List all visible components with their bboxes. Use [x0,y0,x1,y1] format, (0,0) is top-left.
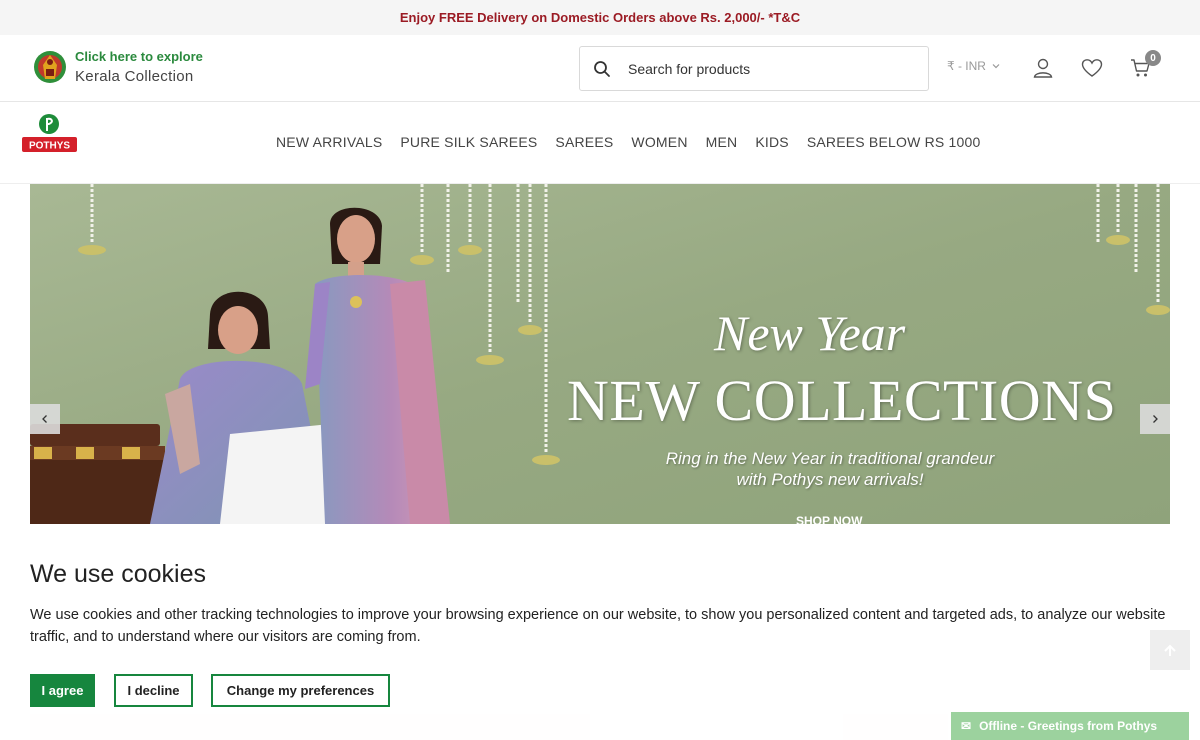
pothys-logo[interactable]: POTHYS [21,112,78,154]
nav-item-kids[interactable]: KIDS [755,134,788,150]
nav-item-women[interactable]: WOMEN [631,134,687,150]
promo-bar: Enjoy FREE Delivery on Domestic Orders a… [0,0,1200,35]
kerala-collection-link[interactable]: Click here to explore Kerala Collection [33,47,203,87]
main-navigation: POTHYS NEW ARRIVALS PURE SILK SAREES SAR… [0,102,1200,184]
kerala-emblem-icon [34,51,66,83]
hero-subtitle-line1: Ring in the New Year in traditional gran… [665,449,995,468]
hero-title-line1: New Year [714,305,906,361]
hero-title-line2: NEW COLLECTIONS [567,368,1117,433]
header: Click here to explore Kerala Collection … [0,35,1200,102]
cookie-agree-button[interactable]: I agree [30,674,95,707]
nav-menu: NEW ARRIVALS PURE SILK SAREES SAREES WOM… [276,134,980,150]
cookie-description: We use cookies and other tracking techno… [30,607,1166,645]
chat-bubble-icon: ✉ [961,719,972,733]
hero-banner[interactable]: New Year NEW COLLECTIONS Ring in the New… [30,184,1170,524]
chat-status-text: Offline - Greetings from Pothys [979,719,1158,733]
arrow-up-icon [1164,644,1176,656]
hero-subtitle: Ring in the New Year in traditional gran… [560,448,1100,490]
cookie-decline-button[interactable]: I decline [114,674,193,707]
hero-subtitle-line2: with Pothys new arrivals! [736,470,924,489]
scroll-to-top-button[interactable] [1150,630,1190,670]
chevron-left-icon [42,415,47,423]
chat-widget-bar[interactable]: ✉ Offline - Greetings from Pothys [951,712,1189,740]
promo-text[interactable]: Enjoy FREE Delivery on Domestic Orders a… [400,10,800,25]
cookie-consent-banner: We use cookies We use cookies and other … [0,524,1200,740]
kerala-link-line2: Kerala Collection [75,68,194,85]
nav-item-new-arrivals[interactable]: NEW ARRIVALS [276,134,382,150]
nav-item-sarees-below-1000[interactable]: SAREES BELOW RS 1000 [807,134,981,150]
nav-item-sarees[interactable]: SAREES [555,134,613,150]
shop-now-link[interactable]: SHOP NOW [796,514,862,524]
search-box [579,46,929,91]
nav-item-men[interactable]: MEN [706,134,738,150]
user-icon[interactable] [1031,56,1055,80]
search-input[interactable] [626,59,906,78]
carousel-prev-button[interactable] [30,404,60,434]
search-icon[interactable] [593,60,611,78]
currency-label: ₹ - INR [947,59,986,73]
cart-count-badge: 0 [1145,50,1161,66]
chevron-right-icon [1153,415,1158,423]
kerala-link-line1: Click here to explore [75,49,203,64]
cookie-preferences-button[interactable]: Change my preferences [211,674,390,707]
nav-item-pure-silk-sarees[interactable]: PURE SILK SAREES [400,134,537,150]
chevron-down-icon [992,64,1000,69]
cookie-title: We use cookies [30,560,207,588]
heart-icon[interactable] [1080,56,1104,80]
pothys-logo-text: POTHYS [29,141,70,152]
carousel-next-button[interactable] [1140,404,1170,434]
currency-selector[interactable]: ₹ - INR [947,59,1000,73]
